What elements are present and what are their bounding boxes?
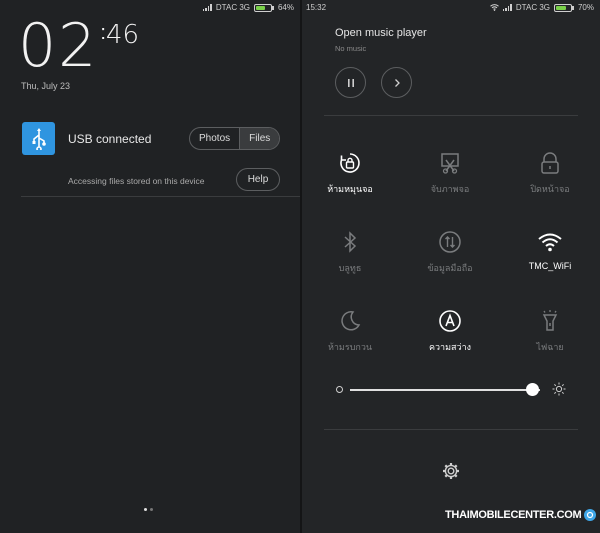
usb-icon xyxy=(22,122,55,155)
music-subtitle: No music xyxy=(335,44,367,53)
divider xyxy=(324,429,578,430)
tile-label: ปิดหน้าจอ xyxy=(530,184,570,194)
slider-handle[interactable] xyxy=(525,383,539,396)
pause-button[interactable] xyxy=(335,67,366,98)
watermark-logo-icon xyxy=(584,509,597,521)
moon-icon xyxy=(341,311,361,331)
battery-percent: 70% xyxy=(577,3,594,12)
tile-bluetooth[interactable]: บลูทูธ xyxy=(310,229,390,275)
wifi-icon xyxy=(538,233,562,252)
page-dot xyxy=(150,508,153,511)
option-photos[interactable]: Photos xyxy=(190,128,239,149)
screenshot-icon xyxy=(441,153,459,174)
music-title: Open music player xyxy=(335,27,427,39)
next-button[interactable] xyxy=(381,67,412,98)
mobile-data-icon xyxy=(439,231,461,253)
clock-minute: 46 xyxy=(105,20,140,50)
battery-icon xyxy=(553,3,574,12)
page-dot-active xyxy=(144,508,147,511)
gear-icon xyxy=(443,463,459,479)
tile-flashlight[interactable]: ไฟฉาย xyxy=(510,308,590,354)
carrier-label: DTAC 3G xyxy=(515,3,550,12)
lock-icon xyxy=(541,152,559,174)
pause-icon xyxy=(347,78,354,87)
page-indicator xyxy=(144,508,153,511)
watermark-text: THAIMOBILECENTER.COM xyxy=(445,509,582,521)
rotation-lock-icon xyxy=(340,153,360,173)
clock-hour: 02 xyxy=(18,11,99,81)
tile-screenshot[interactable]: จับภาพจอ xyxy=(410,150,490,196)
usb-mode-toggle[interactable]: Photos Files xyxy=(189,127,281,150)
lock-date: Thu, July 23 xyxy=(21,81,71,91)
tile-brightness[interactable]: ความสว่าง xyxy=(410,308,490,354)
watermark: THAIMOBILECENTER.COM xyxy=(445,509,597,521)
lockscreen-panel: DTAC 3G 64% 02 : 46 Thu, July 23 USB con… xyxy=(0,0,300,533)
music-widget[interactable]: Open music player No music xyxy=(335,27,427,98)
flashlight-icon xyxy=(542,310,558,331)
signal-icon xyxy=(502,4,512,11)
auto-brightness-icon xyxy=(439,310,461,332)
wifi-status-icon xyxy=(490,4,499,11)
chevron-right-icon xyxy=(394,78,400,87)
tile-label: ข้อมูลมือถือ xyxy=(427,263,473,273)
signal-icon xyxy=(202,4,212,11)
lock-clock: 02 : 46 xyxy=(18,14,139,78)
tile-label: ห้ามหมุนจอ xyxy=(327,184,373,194)
tile-label: ห้ามรบกวน xyxy=(327,342,373,352)
notification-subtitle: Accessing files stored on this device xyxy=(68,176,205,186)
battery-percent: 64% xyxy=(277,3,294,12)
slider-track[interactable] xyxy=(350,389,540,391)
tile-do-not-disturb[interactable]: ห้ามรบกวน xyxy=(310,308,390,354)
settings-button[interactable] xyxy=(442,462,460,485)
quick-settings-panel: 15:32 DTAC 3G 70% Open music player No m… xyxy=(302,0,600,533)
bluetooth-icon xyxy=(344,231,357,253)
tile-mobile-data[interactable]: ข้อมูลมือถือ xyxy=(410,229,490,275)
tile-label: TMC_WiFi xyxy=(528,261,572,271)
tile-label: ไฟฉาย xyxy=(536,342,564,352)
brightness-low-icon xyxy=(336,386,343,393)
help-button[interactable]: Help xyxy=(236,168,280,191)
divider xyxy=(324,115,578,116)
brightness-high-icon xyxy=(552,382,566,396)
status-bar: 15:32 DTAC 3G 70% xyxy=(302,0,600,16)
tile-wifi[interactable]: TMC_WiFi xyxy=(510,229,590,271)
carrier-label: DTAC 3G xyxy=(215,3,250,12)
divider xyxy=(21,196,300,197)
notification-title: USB connected xyxy=(68,132,152,146)
status-time: 15:32 xyxy=(306,3,327,12)
option-files[interactable]: Files xyxy=(239,128,280,149)
tile-label: บลูทูธ xyxy=(338,263,362,273)
tile-label: จับภาพจอ xyxy=(430,184,470,194)
tile-rotation-lock[interactable]: ห้ามหมุนจอ xyxy=(310,150,390,196)
tile-label: ความสว่าง xyxy=(428,342,472,352)
brightness-slider[interactable] xyxy=(336,382,568,398)
tile-lock-screen[interactable]: ปิดหน้าจอ xyxy=(510,150,590,196)
battery-icon xyxy=(253,3,274,12)
